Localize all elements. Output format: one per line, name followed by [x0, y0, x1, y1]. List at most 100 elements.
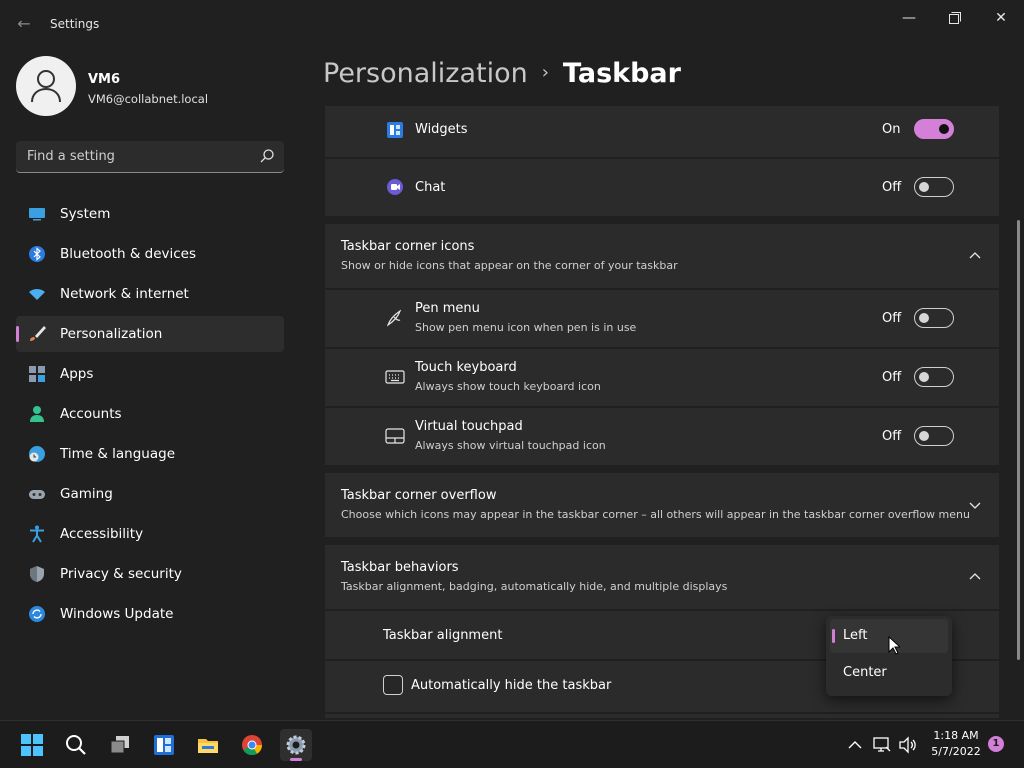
next-row — [325, 714, 999, 718]
search-input[interactable] — [16, 141, 246, 172]
sidebar-item-privacy[interactable]: Privacy & security — [16, 556, 284, 592]
back-arrow-icon[interactable]: ← — [12, 12, 36, 36]
start-icon[interactable] — [16, 729, 48, 761]
chrome-icon[interactable] — [236, 729, 268, 761]
toggle-knob — [919, 431, 929, 441]
widgets-icon[interactable] — [148, 729, 180, 761]
touchpad-icon — [385, 428, 405, 444]
sidebar-item-label: Gaming — [60, 486, 113, 502]
touch-keyboard-state: Off — [882, 370, 902, 385]
clock-date: 5/7/2022 — [931, 745, 981, 758]
sidebar-item-label: Time & language — [60, 446, 176, 462]
option-label: Center — [843, 665, 887, 680]
pen-menu-state: Off — [882, 311, 902, 326]
chevron-up-icon[interactable] — [845, 735, 865, 755]
corner-overflow-desc: Choose which icons may appear in the tas… — [341, 508, 970, 521]
sidebar-item-label: Network & internet — [60, 286, 189, 302]
person-icon — [31, 70, 61, 103]
search-icon[interactable] — [260, 149, 274, 163]
chevron-up-icon[interactable] — [967, 569, 983, 585]
pen-menu-desc: Show pen menu icon when pen is in use — [415, 321, 637, 334]
corner-icons-desc: Show or hide icons that appear on the co… — [341, 259, 678, 272]
virtual-touchpad-title: Virtual touchpad — [415, 419, 523, 434]
touch-keyboard-title: Touch keyboard — [415, 360, 517, 375]
minimize-icon[interactable]: — — [886, 4, 932, 32]
settings-icon[interactable] — [280, 729, 312, 761]
clock-globe-icon — [29, 446, 45, 462]
option-label: Left — [843, 628, 868, 643]
sidebar-item-label: Accounts — [60, 406, 122, 422]
sidebar-item-time-language[interactable]: Time & language — [16, 436, 284, 472]
virtual-touchpad-row: Virtual touchpad Always show virtual tou… — [325, 408, 999, 465]
sidebar-nav: System Bluetooth & devices Network & int… — [16, 196, 284, 636]
page-title: Taskbar — [562, 58, 681, 89]
mouse-cursor-icon — [888, 636, 900, 655]
widgets-state: On — [882, 122, 901, 137]
sidebar-item-network[interactable]: Network & internet — [16, 276, 284, 312]
alignment-label: Taskbar alignment — [383, 628, 503, 643]
taskbar-clock[interactable]: 1:18 AM 5/7/2022 — [928, 728, 984, 760]
corner-overflow-title: Taskbar corner overflow — [341, 488, 497, 503]
chat-row: Chat Off — [325, 159, 999, 216]
accessibility-icon — [30, 525, 44, 543]
pen-menu-row: Pen menu Show pen menu icon when pen is … — [325, 290, 999, 347]
file-explorer-icon[interactable] — [192, 729, 224, 761]
sidebar-item-accounts[interactable]: Accounts — [16, 396, 284, 432]
user-email: VM6@collabnet.local — [88, 92, 209, 106]
chat-toggle[interactable] — [914, 177, 954, 197]
widgets-toggle[interactable] — [914, 119, 954, 139]
clock-time: 1:18 AM — [933, 729, 979, 742]
sidebar-item-label: Accessibility — [60, 526, 144, 542]
chat-label: Chat — [415, 180, 446, 195]
sidebar-item-gaming[interactable]: Gaming — [16, 476, 284, 512]
sidebar-item-system[interactable]: System — [16, 196, 284, 232]
breadcrumb: Personalization › Taskbar — [323, 58, 681, 89]
search-icon[interactable] — [60, 729, 92, 761]
pen-menu-toggle[interactable] — [914, 308, 954, 328]
search-box[interactable] — [16, 141, 284, 173]
sidebar-item-apps[interactable]: Apps — [16, 356, 284, 392]
chevron-up-icon[interactable] — [967, 248, 983, 264]
corner-icons-header[interactable]: Taskbar corner icons Show or hide icons … — [325, 224, 999, 288]
breadcrumb-separator: › — [541, 62, 549, 83]
scrollbar[interactable] — [1017, 220, 1020, 660]
gamepad-icon — [29, 490, 45, 499]
task-view-icon[interactable] — [104, 729, 136, 761]
apps-icon — [29, 366, 45, 382]
sidebar-item-label: System — [60, 206, 111, 222]
behaviors-title: Taskbar behaviors — [341, 560, 459, 575]
sidebar-item-accessibility[interactable]: Accessibility — [16, 516, 284, 552]
sidebar-item-label: Privacy & security — [60, 566, 182, 582]
network-icon[interactable] — [872, 735, 892, 755]
autohide-label[interactable]: Automatically hide the taskbar — [411, 678, 611, 693]
virtual-touchpad-toggle[interactable] — [914, 426, 954, 446]
alignment-dropdown[interactable]: Left Center — [826, 616, 952, 696]
corner-icons-title: Taskbar corner icons — [341, 239, 475, 254]
touch-keyboard-row: Touch keyboard Always show touch keyboar… — [325, 349, 999, 406]
maximize-icon[interactable] — [932, 4, 978, 32]
autohide-checkbox[interactable] — [383, 675, 403, 695]
close-icon[interactable]: ✕ — [978, 4, 1024, 32]
sidebar-item-windows-update[interactable]: Windows Update — [16, 596, 284, 632]
behaviors-header[interactable]: Taskbar behaviors Taskbar alignment, bad… — [325, 545, 999, 609]
chat-icon — [387, 179, 403, 195]
chevron-down-icon[interactable] — [967, 497, 983, 513]
toggle-knob — [919, 313, 929, 323]
breadcrumb-parent[interactable]: Personalization — [323, 58, 528, 89]
volume-icon[interactable] — [898, 735, 918, 755]
toggle-knob — [919, 372, 929, 382]
notification-badge[interactable]: 1 — [988, 736, 1004, 752]
brush-icon — [30, 326, 46, 341]
taskbar — [0, 720, 1024, 768]
corner-overflow-header[interactable]: Taskbar corner overflow Choose which ico… — [325, 473, 999, 537]
widgets-row: Widgets On — [325, 106, 999, 157]
sidebar-item-label: Bluetooth & devices — [60, 246, 197, 262]
avatar — [16, 56, 76, 116]
virtual-touchpad-state: Off — [882, 429, 902, 444]
alignment-option-center[interactable]: Center — [830, 656, 948, 690]
sidebar-item-label: Apps — [60, 366, 94, 382]
sidebar-item-personalization[interactable]: Personalization — [16, 316, 284, 352]
title-bar: ← Settings — ✕ — [0, 0, 1024, 48]
sidebar-item-bluetooth[interactable]: Bluetooth & devices — [16, 236, 284, 272]
touch-keyboard-toggle[interactable] — [914, 367, 954, 387]
